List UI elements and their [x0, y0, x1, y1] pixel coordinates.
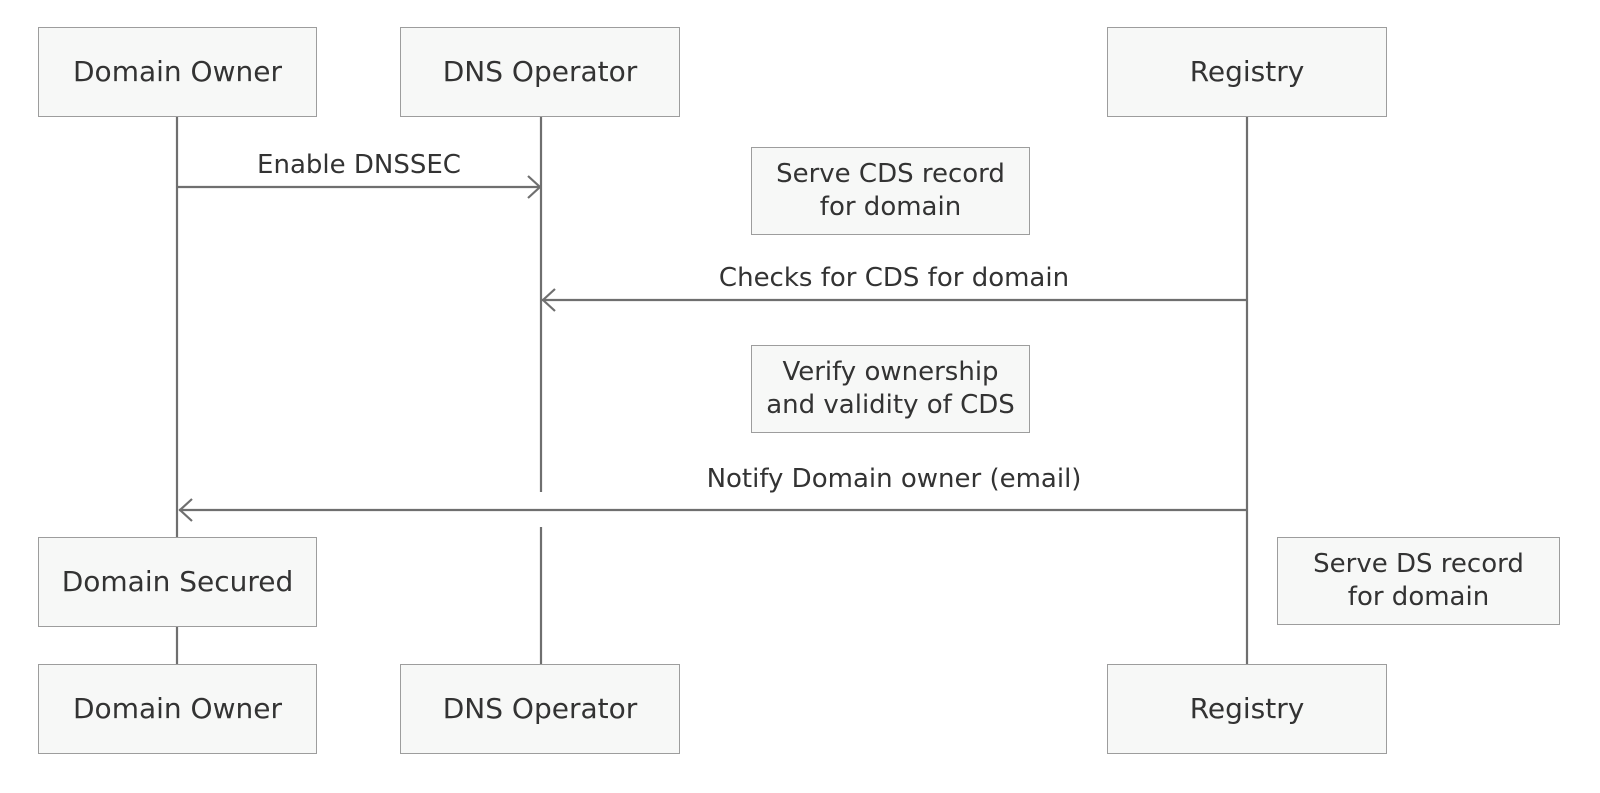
- participant-label: Registry: [1189, 55, 1305, 89]
- participant-box-registry-bottom[interactable]: Registry: [1107, 664, 1387, 754]
- message-label-checks-for-cds: Checks for CDS for domain: [718, 263, 1070, 293]
- participant-box-domain-owner-top[interactable]: Domain Owner: [38, 27, 317, 117]
- participant-label: Domain Owner: [73, 692, 282, 726]
- participant-box-registry-top[interactable]: Registry: [1107, 27, 1387, 117]
- participant-box-dns-operator-bottom[interactable]: DNS Operator: [400, 664, 680, 754]
- participant-label: Registry: [1189, 692, 1305, 726]
- note-serve-ds-record[interactable]: Serve DS record for domain: [1277, 537, 1560, 625]
- note-text: Verify ownership and validity of CDS: [766, 356, 1015, 420]
- message-label-enable-dnssec: Enable DNSSEC: [257, 150, 461, 180]
- note-text: Serve DS record for domain: [1313, 548, 1524, 612]
- note-text: Serve CDS record for domain: [776, 158, 1005, 222]
- participant-box-domain-owner-bottom[interactable]: Domain Owner: [38, 664, 317, 754]
- message-label-notify-domain-owner: Notify Domain owner (email): [706, 464, 1082, 494]
- note-verify-ownership[interactable]: Verify ownership and validity of CDS: [751, 345, 1030, 433]
- sequence-diagram-canvas: Domain Owner DNS Operator Registry Enabl…: [0, 0, 1600, 793]
- participant-box-dns-operator-top[interactable]: DNS Operator: [400, 27, 680, 117]
- state-label: Domain Secured: [61, 565, 294, 599]
- participant-label: DNS Operator: [442, 692, 638, 726]
- note-serve-cds-record[interactable]: Serve CDS record for domain: [751, 147, 1030, 235]
- participant-label: Domain Owner: [73, 55, 282, 89]
- state-box-domain-secured[interactable]: Domain Secured: [38, 537, 317, 627]
- participant-label: DNS Operator: [442, 55, 638, 89]
